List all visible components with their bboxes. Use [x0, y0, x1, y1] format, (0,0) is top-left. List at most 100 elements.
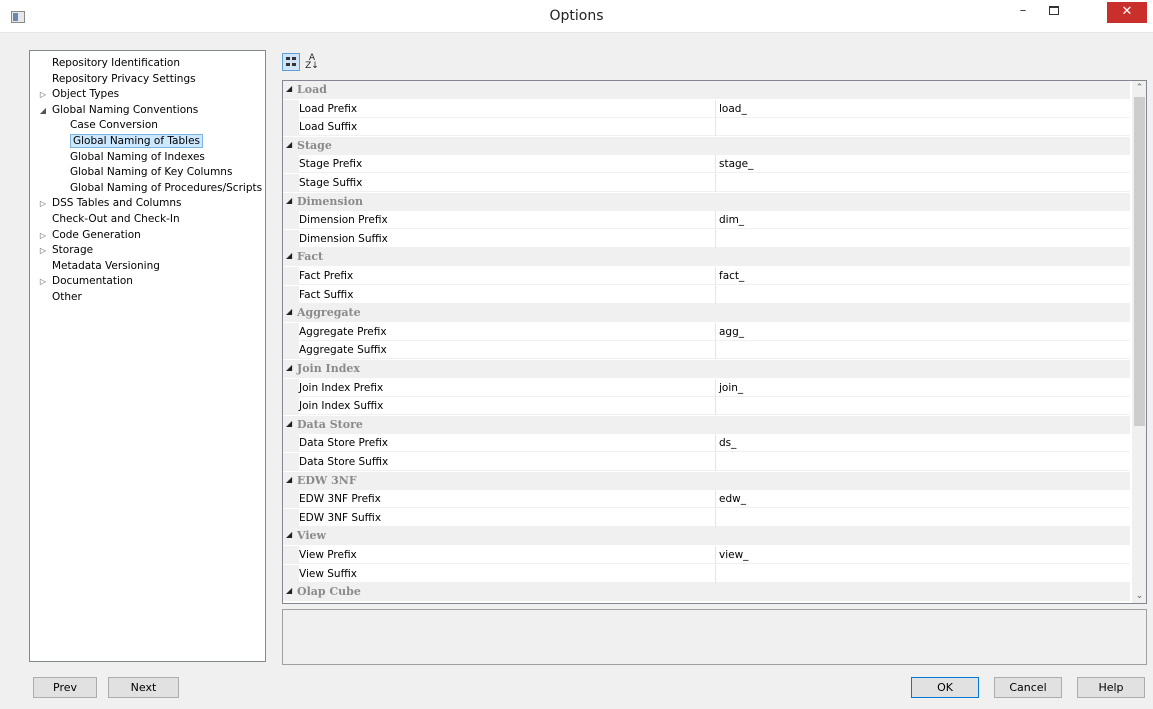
collapse-arrow-icon[interactable]: ◢	[286, 251, 292, 260]
property-value[interactable]: dim_	[719, 214, 744, 226]
property-row[interactable]: View Suffix	[283, 564, 1130, 583]
property-row[interactable]: Fact Prefix fact_	[283, 267, 1130, 285]
options-tree[interactable]: Repository Identification Repository Priv…	[29, 50, 266, 662]
collapse-arrow-icon[interactable]: ◢	[286, 307, 292, 316]
category-label: View	[297, 529, 326, 543]
property-row[interactable]: Stage Suffix	[283, 174, 1130, 192]
property-name: Aggregate Suffix	[299, 344, 387, 357]
property-row[interactable]: Fact Suffix	[283, 285, 1130, 304]
scroll-up-icon[interactable]: ⌃	[1132, 81, 1146, 95]
tree-item[interactable]: ▷ Object Types	[40, 87, 120, 102]
collapse-arrow-icon[interactable]: ◢	[286, 363, 292, 372]
property-value[interactable]: edw_	[719, 493, 746, 505]
tree-item[interactable]: Repository Identification	[52, 56, 180, 71]
expand-arrow-icon[interactable]: ▷	[38, 228, 48, 243]
tree-item[interactable]: Check-Out and Check-In	[52, 212, 180, 227]
category-row[interactable]: ◢ Data Store	[283, 415, 1130, 434]
collapse-arrow-icon[interactable]: ◢	[286, 475, 292, 484]
property-name: Aggregate Prefix	[299, 325, 387, 338]
category-label: Olap Cube	[297, 585, 361, 599]
property-value[interactable]: load_	[719, 103, 747, 115]
tree-item[interactable]: Global Naming of Tables	[70, 134, 204, 149]
property-name: EDW 3NF Suffix	[299, 511, 382, 524]
property-row[interactable]: Join Index Prefix join_	[283, 378, 1130, 397]
tree-item[interactable]: Repository Privacy Settings	[52, 72, 196, 87]
tree-item[interactable]: ◢ Global Naming Conventions	[40, 103, 198, 118]
expand-arrow-icon[interactable]: ▷	[38, 274, 48, 289]
column-divider	[715, 285, 716, 304]
property-name: Data Store Suffix	[299, 456, 389, 468]
next-button[interactable]: Next	[108, 677, 179, 698]
maximize-button[interactable]	[1040, 0, 1068, 22]
tree-item[interactable]: ▷ Storage	[40, 243, 93, 258]
property-row[interactable]: Dimension Suffix	[283, 229, 1130, 248]
category-row[interactable]: ◢ Fact	[283, 248, 1130, 267]
property-row[interactable]: EDW 3NF Prefix edw_	[283, 490, 1130, 509]
title-bar: Options – ✕	[0, 0, 1153, 33]
collapse-arrow-icon[interactable]: ◢	[286, 84, 292, 93]
prev-button[interactable]: Prev	[33, 677, 97, 698]
collapse-arrow-icon[interactable]: ◢	[38, 103, 48, 118]
property-row[interactable]: Data Store Prefix ds_	[283, 434, 1130, 453]
category-label: Dimension	[297, 194, 364, 208]
category-row[interactable]: ◢ EDW 3NF	[283, 471, 1130, 490]
collapse-arrow-icon[interactable]: ◢	[286, 586, 292, 595]
property-value[interactable]: view_	[719, 549, 748, 561]
tree-item[interactable]: Global Naming of Procedures/Scripts	[70, 181, 262, 196]
categorized-view-button[interactable]	[282, 53, 300, 71]
property-name: View Prefix	[299, 549, 357, 561]
property-row[interactable]: Load Prefix load_	[283, 99, 1130, 118]
property-grid[interactable]: ◢ Load Load Prefix load_ Load Suffix ◢ Stage St…	[282, 80, 1147, 604]
category-row[interactable]: ◢ Join Index	[283, 360, 1130, 378]
close-button[interactable]: ✕	[1107, 2, 1147, 23]
property-row[interactable]: Join Index Suffix	[283, 397, 1130, 416]
property-row[interactable]: Load Suffix	[283, 118, 1130, 137]
property-row[interactable]: Dimension Prefix dim_	[283, 211, 1130, 230]
category-row[interactable]: ◢ Aggregate	[283, 304, 1130, 323]
property-value[interactable]: stage_	[719, 158, 753, 170]
collapse-arrow-icon[interactable]: ◢	[286, 196, 292, 205]
tree-item[interactable]: ▷ Documentation	[40, 274, 133, 289]
category-row[interactable]: ◢ Load	[283, 81, 1130, 99]
tree-item[interactable]: Case Conversion	[70, 118, 158, 133]
row-margin	[283, 267, 299, 285]
expand-arrow-icon[interactable]: ▷	[38, 243, 48, 258]
tree-item[interactable]: Other	[52, 290, 82, 305]
category-row[interactable]: ◢ Stage	[283, 136, 1130, 155]
collapse-arrow-icon[interactable]: ◢	[286, 140, 292, 149]
property-row[interactable]: Data Store Suffix	[283, 453, 1130, 471]
property-value[interactable]: ds_	[719, 437, 736, 449]
sort-alphabetical-button[interactable]: A Z↓	[303, 53, 321, 71]
ok-button[interactable]: OK	[911, 677, 979, 698]
help-button[interactable]: Help	[1077, 677, 1145, 698]
tree-item-label: Case Conversion	[70, 119, 158, 132]
category-row[interactable]: ◢ Dimension	[283, 192, 1130, 211]
collapse-arrow-icon[interactable]: ◢	[286, 419, 292, 428]
category-row[interactable]: ◢ Olap Cube	[283, 583, 1130, 602]
property-value[interactable]: join_	[719, 382, 743, 394]
tree-item-label: Object Types	[52, 88, 120, 101]
expand-arrow-icon[interactable]: ▷	[38, 196, 48, 211]
category-row[interactable]: ◢ View	[283, 527, 1130, 546]
tree-item[interactable]: Global Naming of Key Columns	[70, 165, 232, 180]
property-row[interactable]: Stage Prefix stage_	[283, 155, 1130, 174]
property-value[interactable]: agg_	[719, 326, 744, 338]
vertical-scrollbar[interactable]: ⌃ ⌄	[1132, 81, 1146, 603]
row-margin	[283, 174, 299, 192]
row-margin	[283, 341, 299, 360]
tree-item[interactable]: ▷ Code Generation	[40, 228, 141, 243]
cancel-button[interactable]: Cancel	[994, 677, 1062, 698]
property-row[interactable]: EDW 3NF Suffix	[283, 508, 1130, 527]
expand-arrow-icon[interactable]: ▷	[38, 87, 48, 102]
tree-item[interactable]: Global Naming of Indexes	[70, 150, 205, 165]
property-row[interactable]: Aggregate Prefix agg_	[283, 322, 1130, 341]
tree-item[interactable]: Metadata Versioning	[52, 259, 160, 274]
scroll-thumb[interactable]	[1134, 97, 1145, 426]
collapse-arrow-icon[interactable]: ◢	[286, 530, 292, 539]
tree-item[interactable]: ▷ DSS Tables and Columns	[40, 196, 182, 211]
minimize-button[interactable]: –	[1009, 0, 1037, 22]
property-value[interactable]: fact_	[719, 270, 744, 282]
property-row[interactable]: View Prefix view_	[283, 546, 1130, 564]
property-row[interactable]: Aggregate Suffix	[283, 341, 1130, 360]
scroll-down-icon[interactable]: ⌄	[1132, 589, 1146, 603]
